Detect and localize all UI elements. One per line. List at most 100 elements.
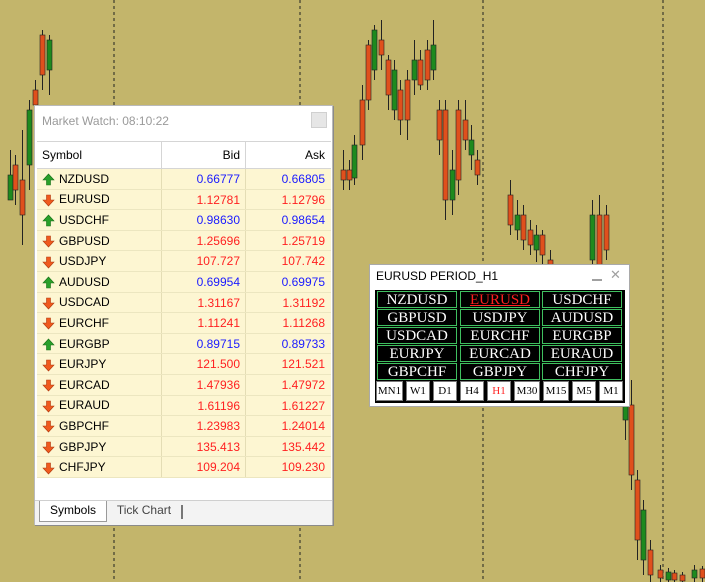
bid-cell: 1.23983: [162, 416, 246, 436]
bid-cell: 1.47936: [162, 374, 246, 395]
pair-button-eurchf[interactable]: EURCHF: [460, 327, 540, 344]
table-row[interactable]: GBPJPY 135.413 135.442: [37, 436, 331, 458]
table-row[interactable]: EURAUD 1.61196 1.61227: [37, 395, 331, 417]
pair-button-usdcad[interactable]: USDCAD: [377, 327, 457, 344]
table-row[interactable]: NZDUSD 0.66777 0.66805: [37, 169, 331, 190]
ask-cell: 0.98654: [281, 213, 325, 228]
bear-candle: [32, 89, 39, 106]
symbol-cell: AUDUSD: [37, 271, 162, 292]
symbol-label: AUDUSD: [59, 274, 110, 289]
close-icon[interactable]: ✕: [610, 267, 621, 283]
bear-candle: [520, 214, 527, 241]
symbol-cell: GBPUSD: [37, 230, 162, 251]
table-row[interactable]: USDCAD 1.31167 1.31192: [37, 292, 331, 314]
timeframe-button-h4[interactable]: H4: [460, 381, 484, 401]
pair-button-gbpjpy[interactable]: GBPJPY: [460, 363, 540, 380]
symbol-label: NZDUSD: [59, 171, 109, 186]
symbol-cell: GBPCHF: [37, 416, 162, 436]
timeframe-button-m1[interactable]: M1: [599, 381, 623, 401]
pair-button-usdjpy[interactable]: USDJPY: [460, 309, 540, 326]
column-header-bid[interactable]: Bid: [162, 142, 246, 168]
bear-candle: [699, 568, 705, 579]
pair-button-gbpusd[interactable]: GBPUSD: [377, 309, 457, 326]
market-watch-table: Symbol Bid Ask NZDUSD 0.66777 0.66805 EURUS…: [37, 141, 331, 478]
red-down-arrow-icon: [42, 419, 55, 433]
tab-symbols[interactable]: Symbols: [39, 501, 107, 522]
table-row[interactable]: EURCAD 1.47936 1.47972: [37, 374, 331, 396]
bull-candle: [665, 571, 672, 581]
timeframe-button-mn1[interactable]: MN1: [376, 381, 403, 401]
column-header-symbol[interactable]: Symbol: [37, 142, 162, 168]
bear-candle: [365, 44, 372, 101]
red-down-arrow-icon: [42, 296, 55, 310]
symbol-cell: EURAUD: [37, 395, 162, 416]
currency-panel-body: NZDUSD EURUSD USDCHF GBPUSD USDJPY AUDUSD USDC…: [375, 290, 625, 403]
currency-panel-title: EURUSD PERIOD_H1: [376, 269, 499, 283]
market-watch-tabs: Symbols Tick Chart: [35, 500, 332, 525]
ask-cell: 1.25719: [281, 233, 325, 248]
bid-cell: 0.66777: [162, 169, 246, 189]
bid-cell: 0.69954: [162, 271, 246, 292]
bull-candle: [371, 29, 378, 71]
timeframe-button-m15[interactable]: M15: [543, 381, 569, 401]
bear-candle: [603, 214, 610, 251]
pair-button-usdchf[interactable]: USDCHF: [542, 291, 622, 308]
bear-candle: [507, 194, 514, 226]
timeframe-button-w1[interactable]: W1: [406, 381, 430, 401]
pair-button-gbpchf[interactable]: GBPCHF: [377, 363, 457, 380]
bid-cell: 1.11241: [162, 313, 246, 333]
timeframe-button-h1[interactable]: H1: [487, 381, 511, 401]
symbol-cell: NZDUSD: [37, 169, 162, 189]
symbol-label: EURGBP: [59, 336, 110, 351]
bull-candle: [640, 509, 647, 561]
pair-button-eurusd[interactable]: EURUSD: [460, 291, 540, 308]
symbol-label: EURCHF: [59, 315, 109, 330]
pair-button-chfjpy[interactable]: CHFJPY: [542, 363, 622, 380]
ask-cell: 0.89733: [281, 336, 325, 351]
symbol-label: USDCHF: [59, 212, 109, 227]
symbol-cell: USDCHF: [37, 210, 162, 230]
pair-button-audusd[interactable]: AUDUSD: [542, 309, 622, 326]
ask-cell: 121.521: [281, 357, 325, 372]
table-row[interactable]: EURJPY 121.500 121.521: [37, 354, 331, 375]
table-row[interactable]: GBPUSD 1.25696 1.25719: [37, 230, 331, 252]
symbol-cell: EURCHF: [37, 313, 162, 333]
pair-button-eurgbp[interactable]: EURGBP: [542, 327, 622, 344]
close-button[interactable]: [311, 112, 327, 128]
bull-candle: [468, 139, 475, 156]
table-row[interactable]: CHFJPY 109.204 109.230: [37, 457, 331, 478]
tab-tick-chart[interactable]: Tick Chart: [111, 501, 177, 521]
bear-candle: [527, 229, 534, 246]
currency-panel[interactable]: EURUSD PERIOD_H1 ✕ NZDUSD EURUSD USDCHF GBP…: [369, 264, 630, 407]
table-row[interactable]: USDCHF 0.98630 0.98654: [37, 210, 331, 231]
table-row[interactable]: AUDUSD 0.69954 0.69975: [37, 271, 331, 293]
red-down-arrow-icon: [42, 358, 55, 372]
pair-button-eurjpy[interactable]: EURJPY: [377, 345, 457, 362]
table-row[interactable]: EURGBP 0.89715 0.89733: [37, 333, 331, 355]
bear-candle: [596, 214, 603, 271]
ask-cell: 1.61227: [281, 398, 325, 413]
timeframe-button-m30[interactable]: M30: [514, 381, 540, 401]
bear-candle: [385, 59, 392, 96]
market-watch-window[interactable]: Market Watch: 08:10:22 Symbol Bid Ask NZ…: [34, 105, 333, 525]
table-row[interactable]: EURCHF 1.11241 1.11268: [37, 313, 331, 334]
bid-cell: 1.31167: [162, 292, 246, 313]
pair-button-nzdusd[interactable]: NZDUSD: [377, 291, 457, 308]
timeframe-button-d1[interactable]: D1: [433, 381, 457, 401]
table-row[interactable]: EURUSD 1.12781 1.12796: [37, 189, 331, 211]
bear-candle: [346, 169, 353, 181]
symbol-label: GBPCHF: [59, 418, 110, 433]
bull-candle: [449, 169, 456, 201]
table-row[interactable]: GBPCHF 1.23983 1.24014: [37, 416, 331, 437]
red-down-arrow-icon: [42, 255, 55, 269]
bear-candle: [671, 572, 678, 581]
table-row[interactable]: USDJPY 107.727 107.742: [37, 251, 331, 272]
column-header-ask[interactable]: Ask: [246, 142, 331, 168]
red-down-arrow-icon: [42, 440, 55, 454]
pair-button-euraud[interactable]: EURAUD: [542, 345, 622, 362]
timeframe-button-m5[interactable]: M5: [572, 381, 596, 401]
pair-button-eurcad[interactable]: EURCAD: [460, 345, 540, 362]
minimize-icon[interactable]: [592, 271, 602, 281]
market-watch-title: Market Watch: 08:10:22: [42, 114, 169, 128]
bid-cell: 109.204: [162, 457, 246, 477]
